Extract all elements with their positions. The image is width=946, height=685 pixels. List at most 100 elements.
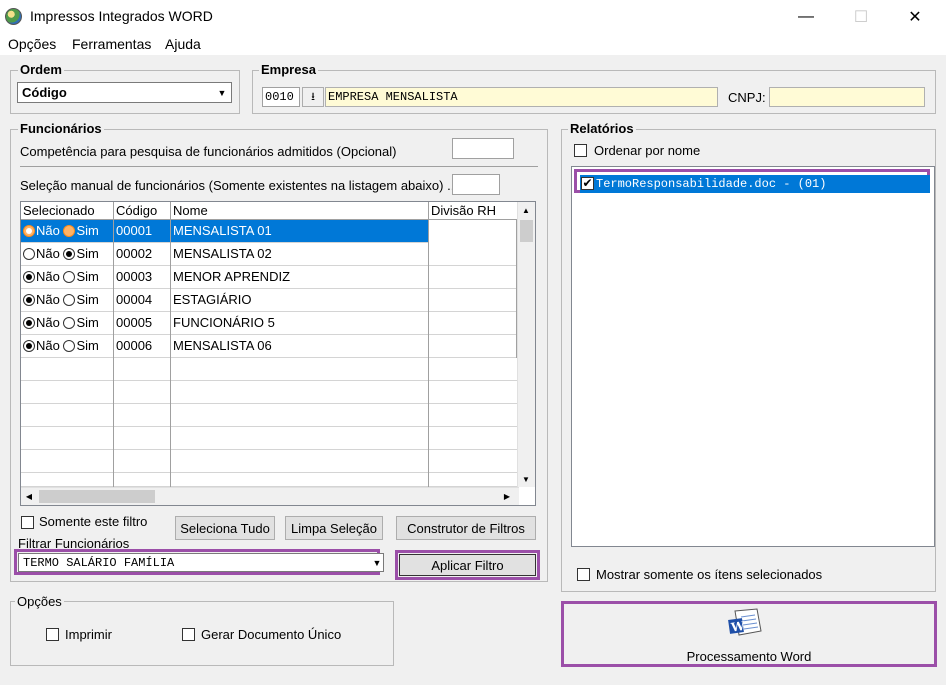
empresa-title: Empresa: [259, 62, 318, 77]
cell-divisao: [429, 289, 517, 312]
ordenar-label: Ordenar por nome: [594, 143, 701, 158]
table-row[interactable]: Não Sim 00003 MENOR APRENDIZ: [21, 266, 517, 289]
filtro-selected-value: TERMO SALÁRIO FAMÍLIA: [23, 556, 175, 570]
table-row[interactable]: Não Sim 00006 MENSALISTA 06: [21, 335, 517, 358]
selecao-field[interactable]: [452, 174, 500, 195]
radio-sim[interactable]: [63, 340, 76, 352]
relatorio-label: TermoResponsabilidade.doc - (01): [596, 177, 827, 191]
check-icon: ✔: [582, 176, 593, 190]
empresa-lookup-button[interactable]: ⭳: [302, 87, 324, 107]
table-row[interactable]: Não Sim 00002 MENSALISTA 02: [21, 243, 517, 266]
cell-codigo: 00004: [114, 289, 171, 312]
gerar-documento-checkbox[interactable]: [182, 628, 195, 641]
funcionarios-title: Funcionários: [18, 121, 104, 136]
radio-sim[interactable]: [63, 317, 76, 329]
cell-divisao: [429, 312, 517, 335]
radio-sim[interactable]: [63, 294, 76, 306]
cell-nome: ESTAGIÁRIO: [171, 289, 429, 312]
column-header-nome[interactable]: Nome: [171, 202, 429, 220]
column-header-selecionado[interactable]: Selecionado: [21, 202, 114, 220]
cell-codigo: 00001: [114, 220, 171, 243]
cell-codigo: 00003: [114, 266, 171, 289]
table-row[interactable]: Não Sim 00005 FUNCIONÁRIO 5: [21, 312, 517, 335]
radio-nao[interactable]: [23, 271, 35, 283]
table-row[interactable]: Não Sim 00004 ESTAGIÁRIO: [21, 289, 517, 312]
competencia-field[interactable]: [452, 138, 514, 159]
maximize-button[interactable]: ☐: [838, 0, 884, 33]
radio-sim[interactable]: [63, 271, 76, 283]
somente-filtro-label: Somente este filtro: [39, 514, 148, 529]
window-title: Impressos Integrados WORD: [30, 8, 213, 24]
filtro-select[interactable]: TERMO SALÁRIO FAMÍLIA ▼: [18, 553, 384, 572]
empty-row: [21, 358, 517, 381]
cell-divisao: [429, 335, 517, 358]
column-header-divisao[interactable]: Divisão RH: [429, 202, 517, 220]
cell-divisao: [429, 220, 517, 243]
scroll-thumb[interactable]: [520, 220, 533, 242]
app-icon: [5, 8, 22, 25]
separator: [20, 166, 538, 167]
radio-nao[interactable]: [23, 340, 35, 352]
list-item[interactable]: ✔ TermoResponsabilidade.doc - (01): [574, 169, 930, 193]
mostrar-checkbox[interactable]: [577, 568, 590, 581]
seleciona-tudo-button[interactable]: Seleciona Tudo: [175, 516, 275, 540]
radio-nao[interactable]: [23, 225, 35, 237]
menu-ajuda[interactable]: Ajuda: [165, 36, 201, 52]
imprimir-label: Imprimir: [65, 627, 112, 642]
radio-nao[interactable]: [23, 248, 35, 260]
radio-nao[interactable]: [23, 294, 35, 306]
cell-nome: MENSALISTA 02: [171, 243, 429, 266]
scroll-left-icon[interactable]: ◀: [21, 488, 37, 504]
relatorios-list[interactable]: [571, 166, 935, 547]
table-header: Selecionado Código Nome Divisão RH: [21, 202, 517, 220]
ordem-select[interactable]: Código ▼: [17, 82, 232, 103]
mostrar-label: Mostrar somente os ítens selecionados: [596, 567, 823, 582]
cell-codigo: 00006: [114, 335, 171, 358]
cell-codigo: 00002: [114, 243, 171, 266]
radio-nao[interactable]: [23, 317, 35, 329]
menu-opcoes[interactable]: Opções: [8, 36, 56, 52]
column-header-codigo[interactable]: Código: [114, 202, 171, 220]
ordem-selected-value: Código: [22, 85, 67, 100]
scroll-thumb[interactable]: [39, 490, 155, 503]
scroll-down-icon[interactable]: ▼: [518, 471, 534, 487]
minimize-button[interactable]: —: [783, 0, 829, 33]
chevron-down-icon[interactable]: ▼: [372, 555, 382, 570]
table-row[interactable]: Não Sim 00001 MENSALISTA 01: [21, 220, 517, 243]
relatorios-title: Relatórios: [568, 121, 636, 136]
cell-divisao: [429, 243, 517, 266]
menu-ferramentas[interactable]: Ferramentas: [72, 36, 151, 52]
imprimir-checkbox[interactable]: [46, 628, 59, 641]
chevron-down-icon[interactable]: ▼: [214, 84, 230, 101]
close-button[interactable]: ✕: [892, 0, 938, 33]
ordenar-checkbox[interactable]: [574, 144, 587, 157]
word-document-icon: W: [728, 608, 762, 636]
competencia-label: Competência para pesquisa de funcionário…: [20, 144, 397, 159]
construtor-filtros-button[interactable]: Construtor de Filtros: [396, 516, 536, 540]
cnpj-field[interactable]: [769, 87, 925, 107]
radio-sim[interactable]: [63, 225, 76, 237]
radio-sim[interactable]: [63, 248, 76, 260]
empresa-name-field[interactable]: EMPRESA MENSALISTA: [325, 87, 718, 107]
somente-filtro-checkbox[interactable]: [21, 516, 34, 529]
opcoes-title: Opções: [15, 594, 64, 609]
vertical-scrollbar[interactable]: ▲ ▼: [517, 202, 535, 487]
svg-text:W: W: [729, 619, 746, 635]
empresa-code-field[interactable]: 0010: [262, 87, 300, 107]
limpa-selecao-button[interactable]: Limpa Seleção: [285, 516, 383, 540]
download-arrow-icon: ⭳: [311, 90, 315, 103]
empty-row: [21, 473, 517, 487]
horizontal-scrollbar[interactable]: ◀ ▶: [21, 487, 519, 505]
funcionarios-table[interactable]: Selecionado Código Nome Divisão RH Não S…: [20, 201, 536, 506]
aplicar-filtro-button[interactable]: Aplicar Filtro: [399, 554, 536, 576]
scroll-up-icon[interactable]: ▲: [518, 202, 534, 218]
cnpj-label: CNPJ:: [728, 90, 766, 105]
cell-codigo: 00005: [114, 312, 171, 335]
processamento-word-button[interactable]: W Processamento Word: [565, 605, 933, 664]
scroll-right-icon[interactable]: ▶: [499, 488, 515, 504]
processamento-label: Processamento Word: [686, 649, 812, 664]
relatorio-checkbox[interactable]: ✔: [581, 177, 594, 190]
gerar-documento-label: Gerar Documento Único: [201, 627, 342, 642]
cell-nome: MENOR APRENDIZ: [171, 266, 429, 289]
empty-row: [21, 404, 517, 427]
